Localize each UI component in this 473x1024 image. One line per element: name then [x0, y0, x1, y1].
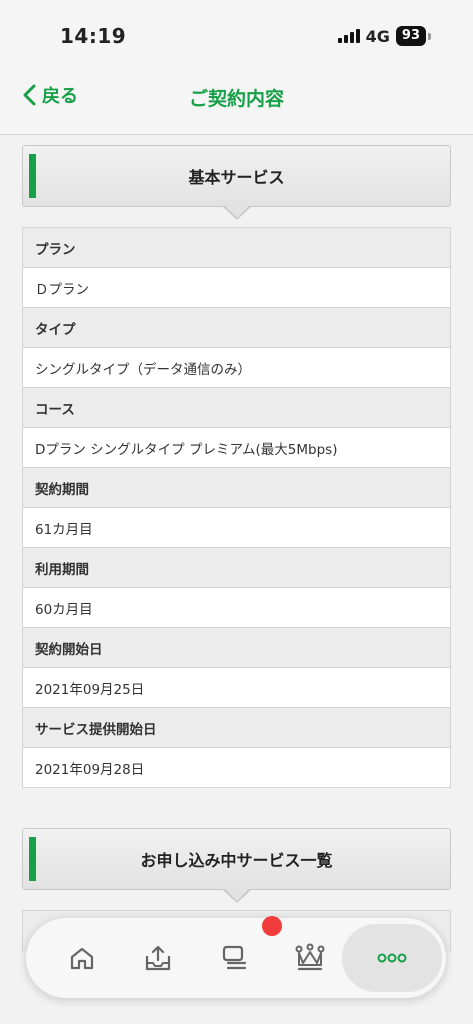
- section-title: 基本サービス: [188, 168, 285, 187]
- row-value-type: シングルタイプ（データ通信のみ）: [23, 348, 450, 388]
- home-icon: [70, 947, 94, 970]
- row-value-plan: Ｄプラン: [23, 268, 450, 308]
- status-bar: 14:19 4G 93: [0, 0, 473, 62]
- section-header-basic-service: 基本サービス: [22, 145, 451, 220]
- network-type: 4G: [365, 26, 390, 46]
- row-label-course: コース: [23, 388, 450, 428]
- signal-icon: [337, 29, 360, 43]
- tab-chat[interactable]: [196, 918, 272, 998]
- row-label-contract-start: 契約開始日: [23, 628, 450, 668]
- row-label-usage-period: 利用期間: [23, 548, 450, 588]
- tab-crown[interactable]: [272, 918, 348, 998]
- row-value-course: Dプラン シングルタイプ プレミアム(最大5Mbps): [23, 428, 450, 468]
- row-value-contract-period: 61カ月目: [23, 508, 450, 548]
- section-header-pending-services: お申し込み中サービス一覧: [22, 828, 451, 903]
- more-dots-icon: [377, 953, 407, 963]
- row-label-plan: プラン: [23, 228, 450, 268]
- row-label-type: タイプ: [23, 308, 450, 348]
- basic-service-table: プラン Ｄプラン タイプ シングルタイプ（データ通信のみ） コース Dプラン シ…: [22, 227, 451, 788]
- crown-icon: [295, 943, 325, 971]
- battery-icon: [428, 32, 431, 40]
- page-title: ご契約内容: [188, 88, 284, 110]
- battery-level: 93: [395, 26, 426, 46]
- row-label-service-start: サービス提供開始日: [23, 708, 450, 748]
- row-value-service-start: 2021年09月28日: [23, 748, 450, 787]
- tab-home[interactable]: [44, 918, 120, 998]
- status-time: 14:19: [60, 24, 127, 48]
- nav-header: 戻る ご契約内容: [0, 62, 473, 135]
- status-indicators: 4G 93: [337, 26, 431, 46]
- row-label-contract-period: 契約期間: [23, 468, 450, 508]
- bottom-tab-bar: [26, 916, 446, 998]
- upload-tray-icon: [145, 945, 171, 971]
- section-title: お申し込み中サービス一覧: [140, 851, 333, 870]
- row-value-contract-start: 2021年09月25日: [23, 668, 450, 708]
- contract-content[interactable]: 基本サービス プラン Ｄプラン タイプ シングルタイプ（データ通信のみ） コース…: [0, 135, 473, 1024]
- tab-upload[interactable]: [120, 918, 196, 998]
- chat-icon: [222, 945, 247, 970]
- tab-more[interactable]: [342, 924, 442, 992]
- row-value-usage-period: 60カ月目: [23, 588, 450, 628]
- section-accent-bar: [29, 837, 36, 881]
- notification-badge: [262, 916, 282, 936]
- section-accent-bar: [29, 154, 36, 198]
